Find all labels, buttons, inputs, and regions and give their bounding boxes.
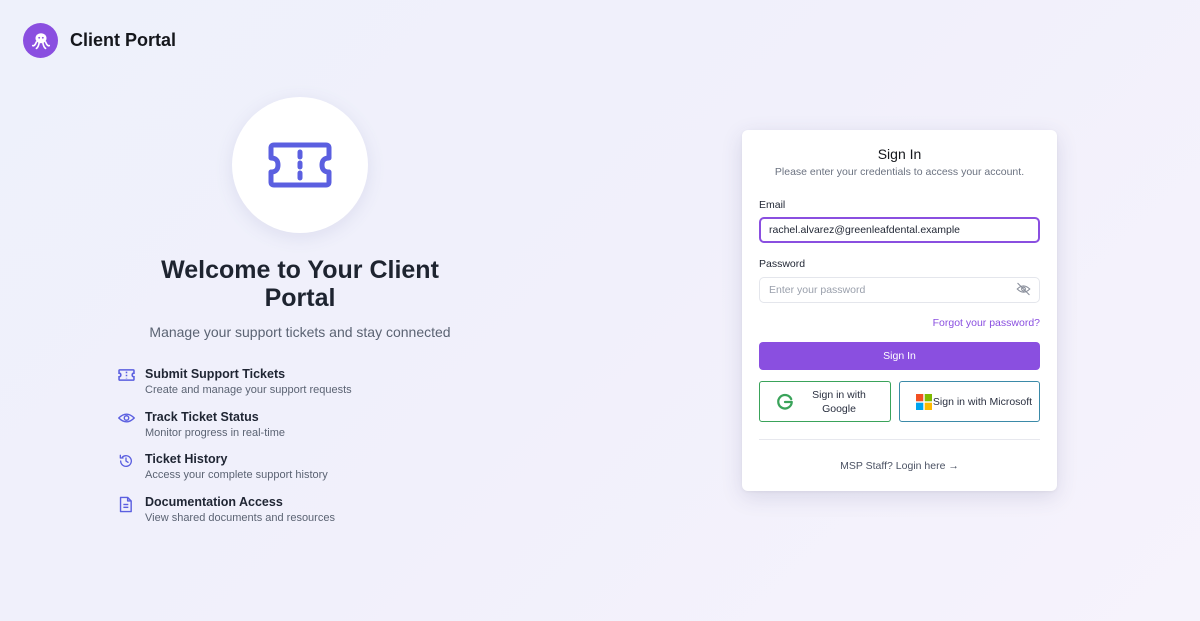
feature-item-submit-tickets: Submit Support Tickets Create and manage… xyxy=(118,366,458,409)
feature-desc: Monitor progress in real-time xyxy=(145,426,285,439)
welcome-title: Welcome to Your Client Portal xyxy=(161,256,439,312)
feature-title: Documentation Access xyxy=(145,494,283,509)
sign-in-button[interactable]: Sign In xyxy=(759,342,1040,370)
password-label: Password xyxy=(759,258,806,270)
sign-in-title: Sign In xyxy=(877,146,922,162)
email-field[interactable] xyxy=(759,217,1040,243)
history-icon xyxy=(119,454,132,467)
eye-icon xyxy=(117,412,136,423)
ticket-icon xyxy=(118,369,135,381)
octopus-logo-icon xyxy=(23,23,58,58)
feature-title: Ticket History xyxy=(145,452,228,466)
feature-desc: View shared documents and resources xyxy=(145,511,335,524)
forgot-password-link[interactable]: Forgot your password? xyxy=(933,317,1040,329)
document-icon xyxy=(119,496,132,512)
feature-item-ticket-history: Ticket History Access your complete supp… xyxy=(118,451,458,494)
sign-in-subtitle: Please enter your credentials to access … xyxy=(774,166,1025,178)
sign-in-google-button[interactable]: Sign in with Google xyxy=(759,381,891,422)
sign-in-microsoft-button[interactable]: Sign in with Microsoft xyxy=(899,381,1040,422)
ticket-icon xyxy=(268,142,332,188)
feature-item-documentation: Documentation Access View shared documen… xyxy=(118,494,458,537)
hero-ticket-badge xyxy=(232,97,368,233)
feature-title: Track Ticket Status xyxy=(145,409,259,424)
google-icon xyxy=(777,393,793,410)
sign-in-microsoft-label: Sign in with Microsoft xyxy=(932,395,1033,408)
brand-title: Client Portal xyxy=(70,30,177,50)
sign-in-card: Sign In Please enter your credentials to… xyxy=(742,130,1057,491)
brand: Client Portal xyxy=(23,23,176,58)
sign-in-google-label: Sign in with Google xyxy=(812,388,866,415)
welcome-subtitle: Manage your support tickets and stay con… xyxy=(149,324,451,340)
email-label: Email xyxy=(759,199,786,211)
divider xyxy=(759,439,1040,440)
feature-title: Submit Support Tickets xyxy=(145,367,286,381)
msp-staff-login-link[interactable]: MSP Staff? Login here → xyxy=(742,460,1057,472)
password-field[interactable] xyxy=(759,277,1040,303)
microsoft-icon xyxy=(916,393,932,410)
feature-desc: Create and manage your support requests xyxy=(145,384,352,396)
feature-desc: Access your complete support history xyxy=(145,469,328,481)
eye-off-icon xyxy=(1016,282,1031,296)
feature-item-track-status: Track Ticket Status Monitor progress in … xyxy=(117,409,458,452)
feature-list: Submit Support Tickets Create and manage… xyxy=(117,366,458,537)
toggle-password-visibility-button[interactable] xyxy=(1016,282,1031,301)
